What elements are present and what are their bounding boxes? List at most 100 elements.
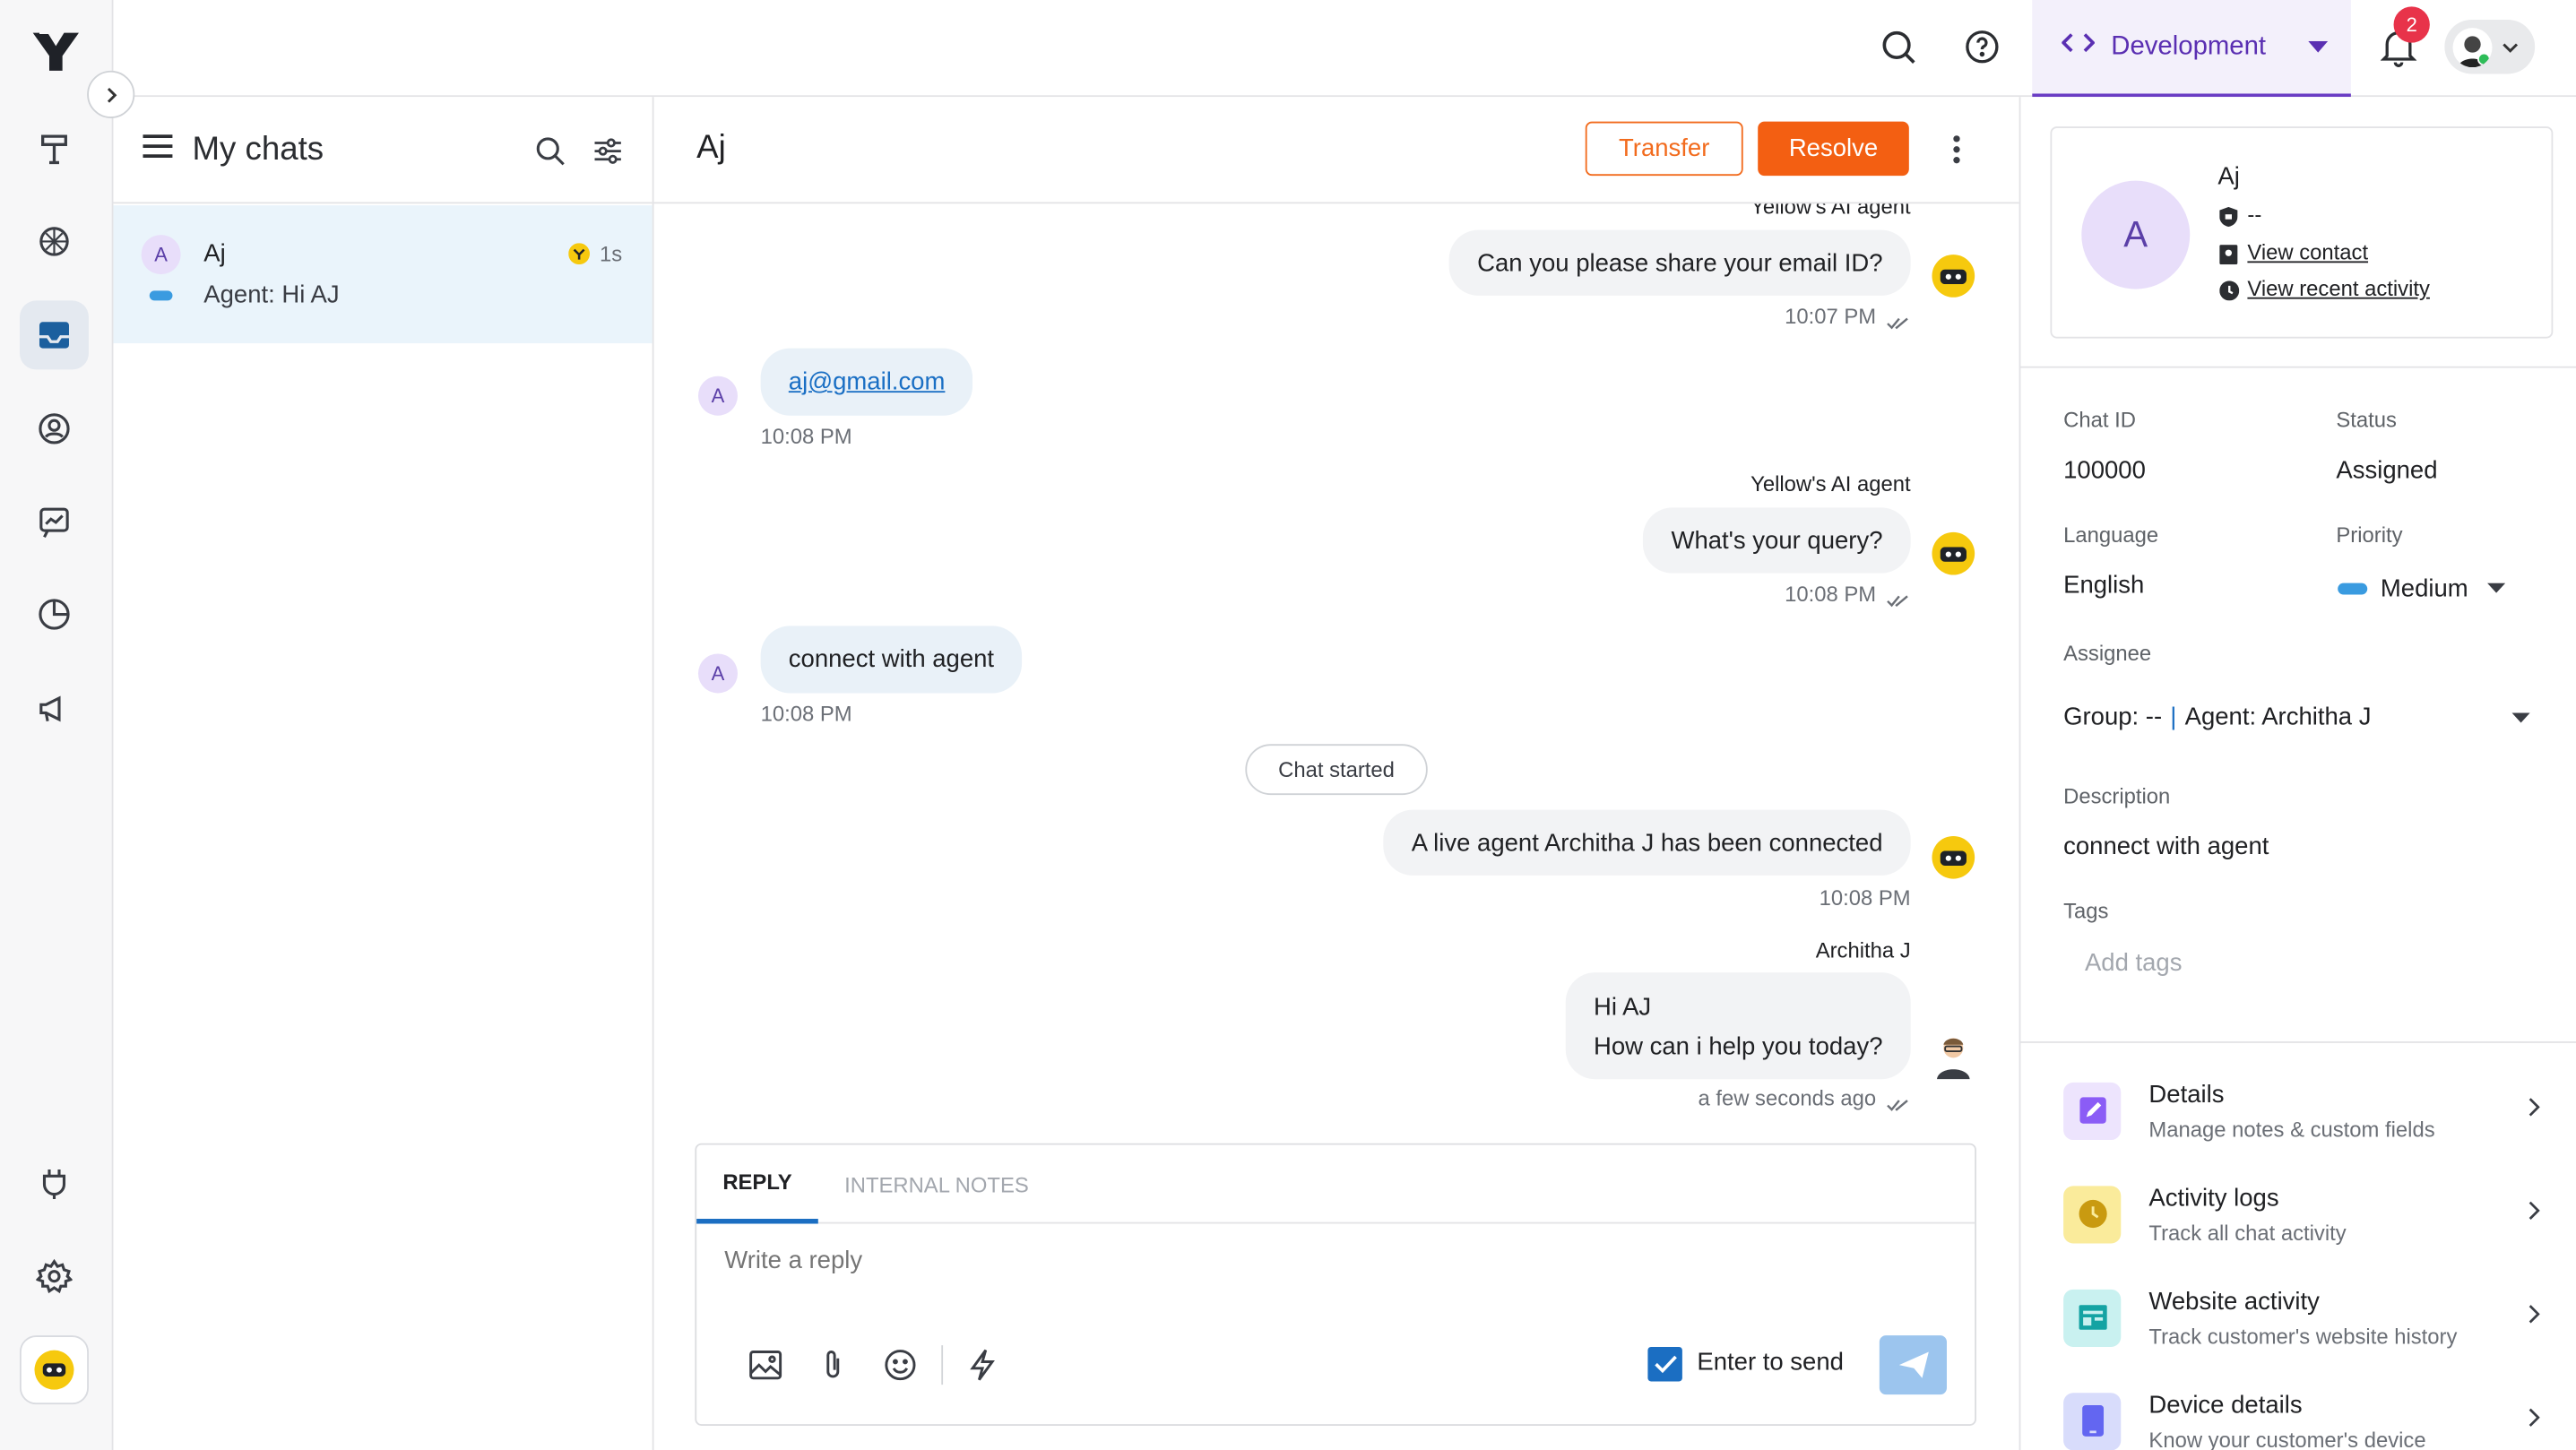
divider (2020, 366, 2576, 368)
assignee-label: Assignee (2063, 640, 2152, 666)
enter-to-send-label: Enter to send (1697, 1348, 1844, 1377)
priority-value: Medium (2380, 574, 2468, 602)
conversation-title: Aj (696, 129, 726, 167)
search-chats-icon[interactable] (536, 136, 566, 174)
tab-internal-notes[interactable]: INTERNAL NOTES (844, 1145, 1029, 1224)
emoji-icon[interactable] (884, 1349, 917, 1390)
panel-title: Details (2148, 1080, 2225, 1109)
transfer-button[interactable]: Transfer (1585, 121, 1743, 177)
add-tags-input[interactable]: Add tags (2085, 949, 2183, 977)
inbox-icon[interactable] (19, 300, 89, 370)
email-link[interactable]: aj@gmail.com (789, 368, 946, 396)
chat-id-value: 100000 (2063, 456, 2146, 485)
toolbar-divider (941, 1345, 944, 1385)
resolve-button[interactable]: Resolve (1758, 121, 1909, 177)
enter-to-send-checkbox[interactable] (1647, 1346, 1682, 1382)
language-label: Language (2063, 522, 2159, 548)
view-recent-activity-link[interactable]: View recent activity (2247, 276, 2430, 300)
campaigns-icon[interactable] (20, 673, 89, 742)
contacts-icon[interactable] (20, 394, 89, 463)
status-label: Status (2336, 407, 2397, 433)
environment-selector[interactable]: Development (2032, 0, 2351, 98)
caret-down-icon (2487, 574, 2506, 603)
priority-color-icon (2338, 582, 2368, 594)
message-line: How can i help you today? (1593, 1032, 1883, 1062)
chevron-right-icon (2527, 1406, 2540, 1436)
reply-composer: REPLY INTERNAL NOTES Enter to send (695, 1143, 1976, 1426)
ai-brain-icon[interactable] (20, 207, 89, 276)
priority-select[interactable]: Medium (2338, 568, 2535, 608)
send-button[interactable] (1879, 1335, 1947, 1395)
message-time: 10:08 PM (760, 701, 852, 727)
customer-avatar: A (697, 653, 738, 694)
panel-title: Website activity (2148, 1287, 2320, 1316)
build-icon[interactable] (20, 115, 89, 184)
description-label: Description (2063, 783, 2171, 808)
notification-badge: 2 (2393, 6, 2430, 43)
contact-details-panel: A Aj -- View contact View recent activit… (2018, 97, 2576, 1450)
chat-list-title: My chats (192, 130, 324, 168)
search-icon[interactable] (1881, 30, 1917, 73)
tab-reply[interactable]: REPLY (696, 1145, 818, 1224)
help-icon[interactable] (1965, 30, 1999, 73)
contact-avatar: A (2081, 180, 2191, 289)
panel-subtitle: Track customer's website history (2148, 1323, 2458, 1348)
device-icon (2063, 1392, 2122, 1450)
chevron-right-icon (2527, 1096, 2540, 1126)
contact-card: A Aj -- View contact View recent activit… (2050, 126, 2554, 339)
quick-reply-icon[interactable] (969, 1349, 995, 1390)
message-time: 10:07 PM (1785, 304, 1877, 329)
assignee-select[interactable]: Group: -- | Agent: Architha J (2063, 696, 2540, 736)
details-panel-row[interactable]: Details Manage notes & custom fields (2063, 1069, 2540, 1152)
message-time: 10:08 PM (1785, 581, 1877, 607)
conversation-header: Aj Transfer Resolve (653, 97, 2019, 204)
user-menu[interactable] (2444, 19, 2536, 74)
activity-icon (2219, 280, 2240, 309)
integrations-icon[interactable] (20, 1148, 89, 1217)
language-value: English (2063, 571, 2145, 600)
analytics-icon[interactable] (20, 580, 89, 649)
chevron-down-icon (2503, 32, 2519, 62)
attachment-icon[interactable] (820, 1349, 846, 1390)
environment-label: Development (2111, 31, 2267, 60)
panel-subtitle: Track all chat activity (2148, 1219, 2347, 1245)
view-contact-link[interactable]: View contact (2247, 240, 2368, 264)
assignee-agent: Agent: Architha J (2184, 702, 2372, 730)
reply-input[interactable] (724, 1239, 1941, 1280)
priority-indicator (149, 290, 173, 301)
tags-label: Tags (2063, 898, 2109, 924)
expand-sidebar-button[interactable] (87, 70, 135, 118)
message-sender: Architha J (1815, 937, 1911, 963)
settings-icon[interactable] (20, 1242, 89, 1311)
panel-subtitle: Manage notes & custom fields (2148, 1116, 2435, 1141)
more-options-icon[interactable] (1951, 134, 1961, 172)
chat-name: Aj (203, 239, 226, 268)
bot-avatar-icon (1932, 255, 1975, 298)
chat-list-header: My chats (113, 97, 653, 204)
device-details-panel-row[interactable]: Device details Know your customer's devic… (2063, 1380, 2540, 1450)
conversation-pane: Aj Transfer Resolve Yellow's AI agent Ca… (653, 97, 2019, 1450)
message-sender: Yellow's AI agent (1750, 471, 1911, 496)
menu-icon[interactable] (143, 133, 173, 167)
assignee-separator: | (2170, 702, 2177, 730)
chat-list-item[interactable]: A Aj 1s Agent: Hi AJ (113, 205, 653, 344)
bot-avatar-icon[interactable] (19, 1335, 89, 1405)
bot-badge-icon (568, 243, 591, 272)
panel-title: Activity logs (2148, 1183, 2279, 1212)
filter-icon[interactable] (593, 136, 623, 174)
edit-icon (2063, 1081, 2122, 1140)
yellow-ai-logo[interactable] (31, 30, 81, 81)
nav-rail (0, 0, 114, 1450)
website-activity-panel-row[interactable]: Website activity Track customer's website… (2063, 1276, 2540, 1359)
bot-avatar-icon (1932, 835, 1975, 879)
engage-icon[interactable] (20, 488, 89, 557)
priority-label: Priority (2336, 522, 2403, 548)
activity-logs-panel-row[interactable]: Activity logs Track all chat activity (2063, 1173, 2540, 1256)
read-receipt-icon (1886, 309, 1909, 339)
message-time: a few seconds ago (1698, 1085, 1877, 1111)
bot-avatar-icon (1932, 531, 1975, 575)
image-icon[interactable] (749, 1351, 782, 1388)
code-icon (2061, 31, 2096, 63)
message-bubble: A live agent Architha J has been connect… (1383, 809, 1911, 876)
caret-down-icon (2511, 703, 2530, 730)
